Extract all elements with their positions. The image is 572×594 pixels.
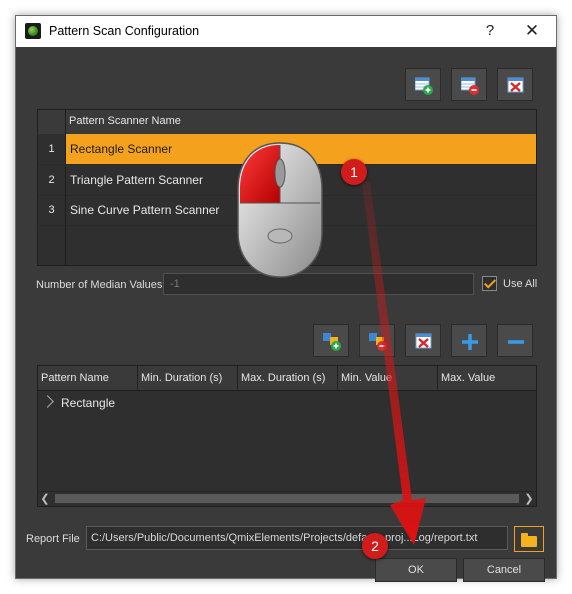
title-bar: Pattern Scan Configuration ? ✕ (16, 16, 556, 47)
collapse-button[interactable] (497, 324, 533, 357)
dialog-body: Pattern Scanner Name 1 Rectangle Scanner… (16, 47, 556, 582)
column-header-min-duration[interactable]: Min. Duration (s) (138, 366, 238, 390)
window-title: Pattern Scan Configuration (49, 24, 200, 38)
scanner-table-header: Pattern Scanner Name (38, 110, 536, 135)
minus-icon (508, 340, 524, 344)
horizontal-scrollbar[interactable]: ❮ ❯ (38, 491, 536, 506)
folder-icon[interactable] (514, 526, 544, 552)
column-header-max-value[interactable]: Max. Value (438, 366, 536, 390)
report-file-input[interactable]: C:/Users/Public/Documents/QmixElements/P… (86, 526, 508, 550)
column-header-max-duration[interactable]: Max. Duration (s) (238, 366, 338, 390)
ok-button[interactable]: OK (375, 558, 457, 582)
scroll-right-icon[interactable]: ❯ (522, 492, 536, 506)
clear-patterns-button[interactable] (405, 324, 441, 357)
scroll-thumb[interactable] (55, 494, 519, 503)
median-values-label: Number of Median Values (36, 279, 163, 291)
cancel-button[interactable]: Cancel (463, 558, 545, 582)
row-number: 3 (38, 195, 66, 225)
scanner-name: Rectangle Scanner (70, 142, 173, 156)
plus-icon (462, 334, 478, 350)
use-all-label: Use All (503, 278, 538, 290)
add-pattern-button[interactable] (313, 324, 349, 357)
row-header-gutter (38, 226, 66, 265)
remove-scanner-icon (461, 77, 479, 95)
row-number: 1 (38, 134, 66, 164)
expand-button[interactable] (451, 324, 487, 357)
tree-item-label: Rectangle (61, 396, 116, 410)
app-icon (25, 23, 41, 39)
remove-scanner-button[interactable] (451, 68, 487, 101)
column-header-scanner-name[interactable]: Pattern Scanner Name (69, 115, 181, 127)
add-scanner-button[interactable] (405, 68, 441, 101)
column-header-pattern-name[interactable]: Pattern Name (38, 366, 138, 390)
add-pattern-icon (323, 333, 341, 351)
remove-pattern-button[interactable] (359, 324, 395, 357)
clear-scanners-button[interactable] (497, 68, 533, 101)
chevron-right-icon[interactable] (41, 395, 54, 408)
pattern-table: Pattern Name Min. Duration (s) Max. Dura… (37, 365, 537, 507)
report-file-label: Report File (26, 533, 80, 545)
column-header-min-value[interactable]: Min. Value (338, 366, 438, 390)
mouse-icon (237, 142, 323, 278)
step-badge-2: 2 (362, 533, 388, 559)
pattern-table-header: Pattern Name Min. Duration (s) Max. Dura… (38, 366, 536, 391)
add-scanner-icon (415, 77, 433, 95)
tree-item[interactable]: Rectangle (41, 395, 116, 410)
clear-scanners-icon (507, 77, 524, 93)
header-corner (38, 110, 66, 134)
scanner-name: Triangle Pattern Scanner (70, 173, 203, 187)
clear-patterns-icon (415, 333, 432, 349)
help-button[interactable]: ? (476, 20, 504, 42)
step-badge-1: 1 (341, 159, 367, 185)
scanner-name: Sine Curve Pattern Scanner (70, 203, 220, 217)
remove-pattern-icon (369, 333, 387, 351)
row-number: 2 (38, 165, 66, 195)
dialog-window: Pattern Scan Configuration ? ✕ Pattern S… (15, 15, 557, 582)
scroll-left-icon[interactable]: ❮ (38, 492, 52, 506)
use-all-checkbox[interactable] (482, 276, 497, 291)
close-button[interactable]: ✕ (518, 20, 546, 42)
